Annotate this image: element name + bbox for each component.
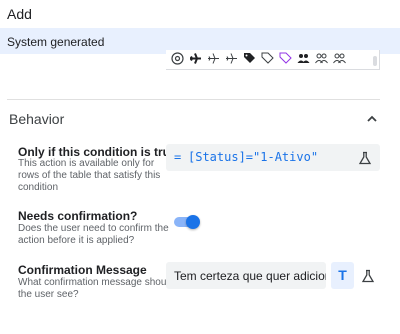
condition-expression[interactable]: [Status]="1-Ativo" bbox=[188, 150, 318, 164]
confirmation-help: Does the user need to confirm the action… bbox=[18, 223, 169, 247]
dialog-title: Add bbox=[7, 6, 32, 22]
condition-help-line: condition bbox=[18, 182, 59, 193]
equals-sign: = bbox=[174, 150, 182, 164]
confirmation-help-line: Does the user need to confirm the bbox=[18, 223, 169, 234]
confirmation-label: Needs confirmation? bbox=[18, 209, 138, 223]
users-outline-icon[interactable] bbox=[314, 52, 329, 67]
confirmation-message-help-line: the user see? bbox=[18, 289, 79, 300]
toggle-knob bbox=[186, 215, 200, 229]
airplane-outline-icon[interactable] bbox=[206, 52, 221, 67]
condition-help-line: This action is available only for bbox=[18, 158, 155, 169]
airplane-outline-2-icon[interactable] bbox=[224, 52, 239, 67]
tags-icon[interactable] bbox=[260, 52, 275, 67]
dialog-header: Add bbox=[0, 0, 400, 28]
behavior-section-title: Behavior bbox=[9, 111, 65, 127]
tag-icon[interactable] bbox=[242, 52, 257, 67]
tag-outline-icon[interactable] bbox=[278, 52, 293, 67]
confirmation-message-help: What confirmation message should the use… bbox=[18, 277, 174, 301]
compass-icon[interactable] bbox=[170, 52, 185, 67]
text-mode-button[interactable]: T bbox=[331, 262, 354, 289]
icon-picker[interactable] bbox=[166, 50, 380, 70]
flask-icon[interactable] bbox=[361, 269, 375, 283]
condition-expression-field[interactable]: = [Status]="1-Ativo" bbox=[166, 144, 380, 171]
confirmation-help-line: action before it is applied? bbox=[18, 235, 135, 246]
airplane-icon[interactable] bbox=[188, 52, 203, 67]
users-outline-2-icon[interactable] bbox=[332, 52, 347, 67]
system-generated-label: System generated bbox=[7, 35, 105, 49]
section-divider bbox=[7, 99, 380, 100]
icon-picker-scrollbar[interactable] bbox=[373, 56, 377, 66]
users-icon[interactable] bbox=[296, 52, 311, 67]
confirmation-message-value[interactable]: Tem certeza que quer adicion bbox=[174, 269, 326, 283]
condition-help: This action is available only for rows o… bbox=[18, 158, 160, 194]
condition-help-line: rows of the table that satisfy this bbox=[18, 170, 161, 181]
flask-icon[interactable] bbox=[358, 151, 372, 165]
needs-confirmation-toggle[interactable] bbox=[174, 215, 200, 229]
condition-label: Only if this condition is true bbox=[18, 145, 177, 159]
confirmation-message-help-line: What confirmation message should bbox=[18, 277, 175, 288]
icon-picker-row bbox=[170, 52, 347, 67]
chevron-up-icon[interactable] bbox=[365, 112, 379, 126]
confirmation-message-input[interactable]: Tem certeza que quer adicion bbox=[166, 262, 326, 289]
confirmation-message-label: Confirmation Message bbox=[18, 263, 147, 277]
